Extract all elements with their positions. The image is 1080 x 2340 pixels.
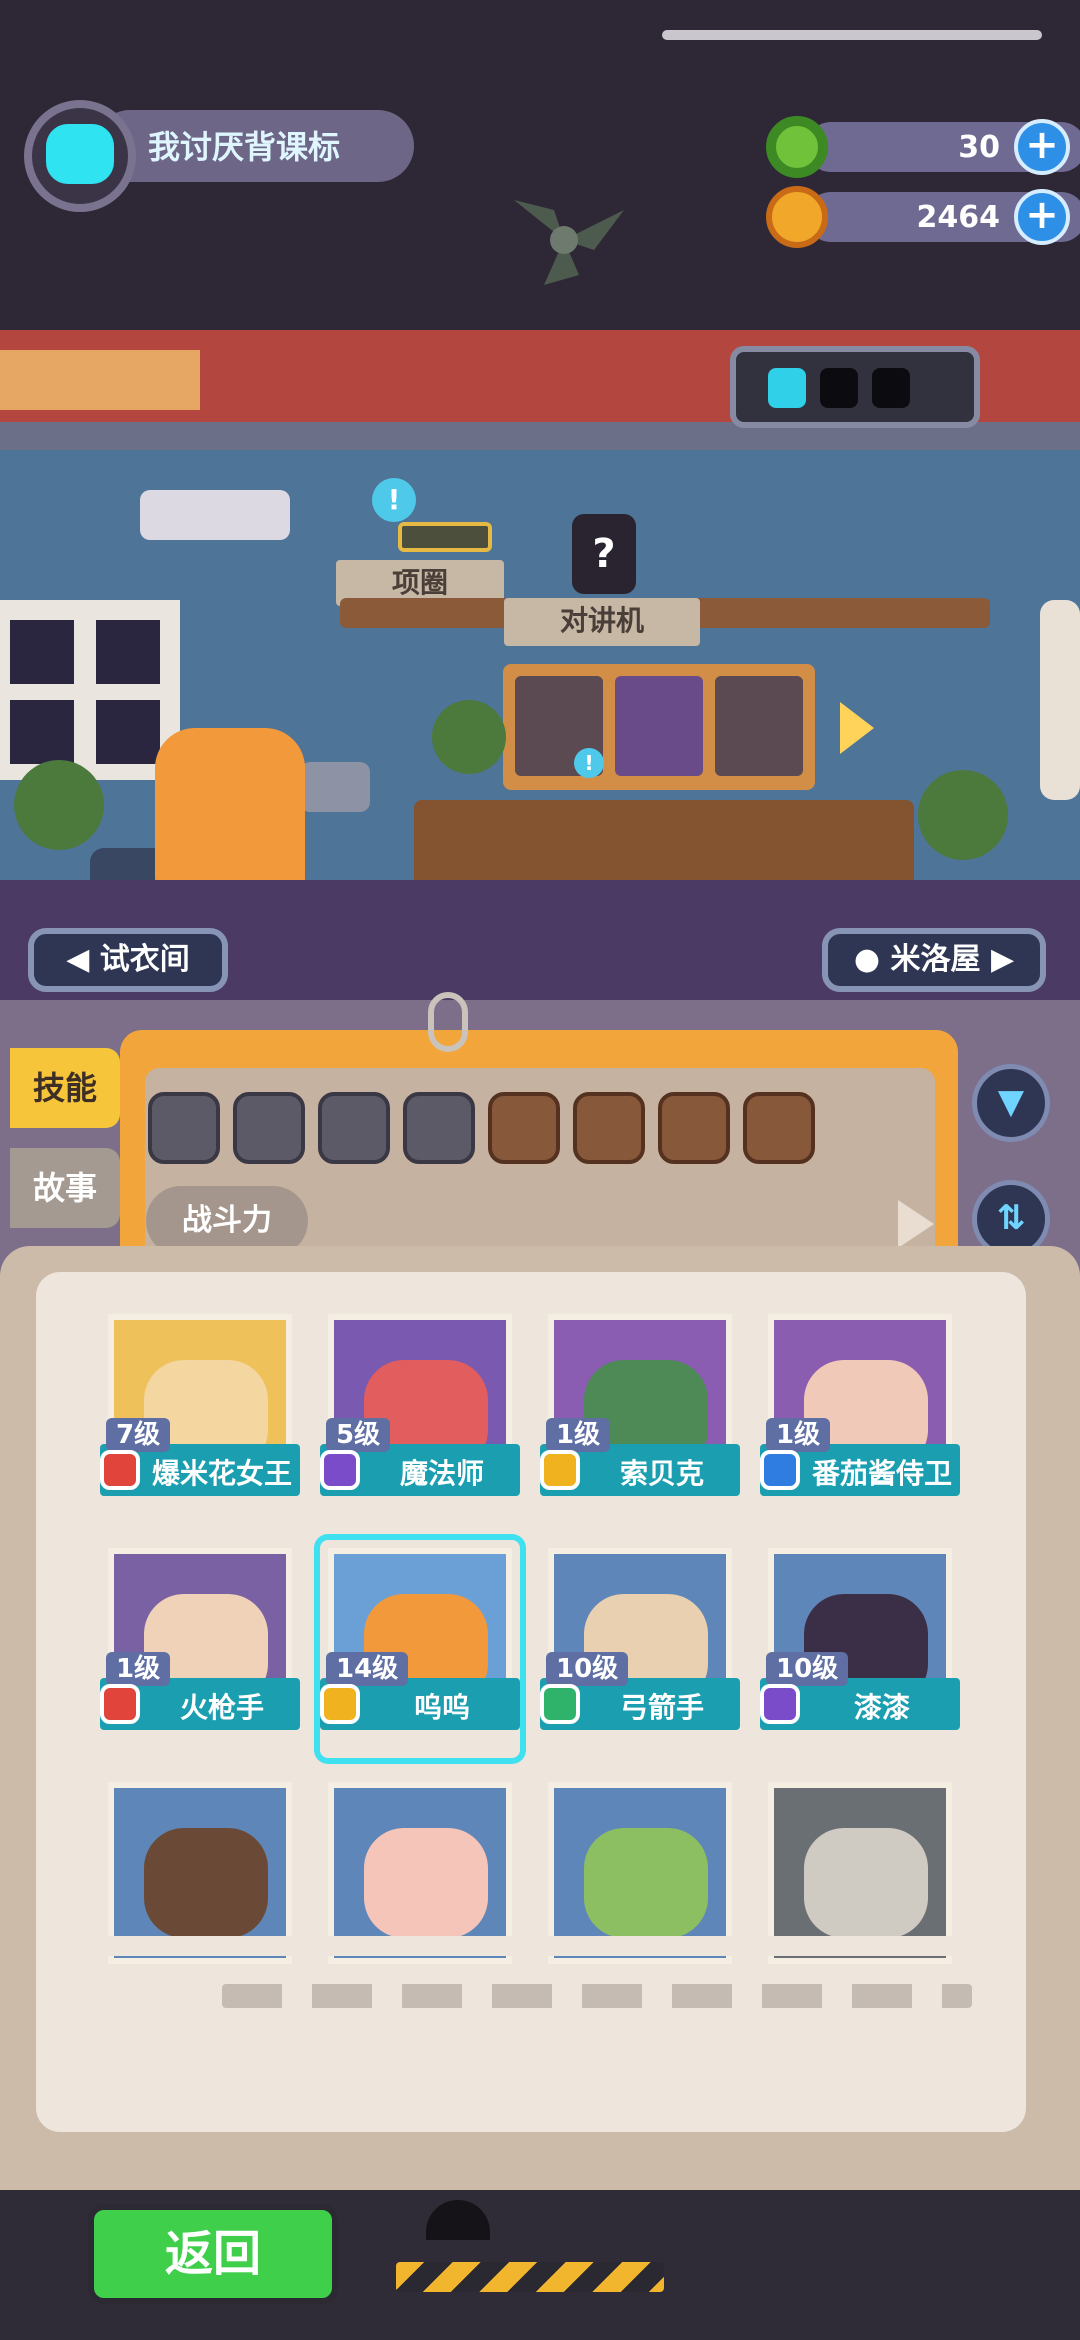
green-donut-icon: [766, 116, 828, 178]
photo-frame[interactable]: [503, 664, 815, 790]
character-card[interactable]: 魔法师 5级: [320, 1306, 520, 1524]
character-grid: 爆米花女王 7级 魔法师 5级 索贝克 1级 番茄酱侍卫 1级 火枪手 1级 呜呜 14级 弓箭手 10级…: [100, 1306, 980, 1964]
character-card[interactable]: [320, 1774, 520, 1992]
smile-icon[interactable]: [573, 1092, 645, 1164]
avatar[interactable]: [24, 100, 136, 212]
player-profile[interactable]: 我讨厌背课标: [24, 100, 414, 222]
battery-cell: [820, 368, 858, 408]
battery-indicator: [730, 346, 980, 428]
milo-house-label: 米洛屋: [890, 942, 981, 977]
frame-slot: [615, 676, 703, 776]
donut-currency: 30 +: [766, 116, 1080, 178]
coin-count: 2464: [916, 200, 1001, 235]
character-card[interactable]: [100, 1774, 300, 1992]
character-card[interactable]: [540, 1774, 740, 1992]
character-name: 漆漆: [853, 1691, 910, 1724]
alert-badge: !: [372, 478, 416, 522]
character-level: 14级: [326, 1652, 409, 1686]
frame-slot: [715, 676, 803, 776]
class-badge-icon: [760, 1450, 800, 1490]
panel-clip: [428, 992, 468, 1052]
potted-plant: [432, 700, 506, 774]
character-card[interactable]: 呜呜 14级: [320, 1540, 520, 1758]
character-card[interactable]: 索贝克 1级: [540, 1306, 740, 1524]
character-face: [364, 1828, 488, 1938]
frame-alert-badge: !: [574, 748, 604, 778]
class-badge-icon: [540, 1684, 580, 1724]
character-level: 7级: [106, 1418, 171, 1452]
class-badge-icon: [100, 1450, 140, 1490]
character-name: 呜呜: [413, 1691, 470, 1724]
muscle-icon[interactable]: [658, 1092, 730, 1164]
hazard-stripe: [396, 2262, 664, 2292]
walkie-talkie-item[interactable]: ?: [572, 514, 636, 594]
dressing-room-button[interactable]: ◀ 试衣间: [28, 928, 228, 992]
character-name: 火枪手: [179, 1691, 264, 1724]
character-level: 1级: [766, 1418, 831, 1452]
character-level: 5级: [326, 1418, 391, 1452]
filter-button[interactable]: ▼: [972, 1064, 1050, 1142]
gold-planet-coin-icon: [766, 186, 828, 248]
character-name: 爆米花女王: [151, 1457, 292, 1490]
character-face: [804, 1828, 928, 1938]
character-name: 魔法师: [399, 1457, 484, 1490]
cyan-cat-avatar-icon: [46, 124, 114, 184]
class-badge-icon: [760, 1684, 800, 1724]
ceiling-projector: [140, 490, 290, 540]
home-indicator: [662, 30, 1042, 40]
window: [0, 600, 180, 780]
class-badge-icon: [320, 1450, 360, 1490]
walkie-talkie-tag: 对讲机: [504, 598, 700, 646]
character-level: 1级: [106, 1652, 171, 1686]
donut-count: 30: [958, 130, 1000, 165]
side-tabs: 技能 故事: [0, 1048, 130, 1244]
character-face: [584, 1828, 708, 1938]
anchor-icon[interactable]: [403, 1092, 475, 1164]
milo-house-button[interactable]: ● 米洛屋 ▶: [822, 928, 1046, 992]
battery-bolt-icon: [768, 368, 806, 408]
panel-arrow-icon: [898, 1200, 934, 1248]
tab-skills[interactable]: 技能: [10, 1048, 120, 1128]
grid-mask: [36, 1936, 1026, 1956]
frame-next-arrow-icon[interactable]: [840, 702, 874, 754]
bell-icon[interactable]: [233, 1092, 305, 1164]
telescope: [300, 762, 370, 812]
coin-currency: 2464 +: [766, 186, 1080, 248]
heart-icon[interactable]: [148, 1092, 220, 1164]
player-name: 我讨厌背课标: [148, 128, 341, 166]
hand-icon[interactable]: [488, 1092, 560, 1164]
coat-rack: [1040, 600, 1080, 800]
class-badge-icon: [540, 1450, 580, 1490]
potted-plant: [918, 770, 1008, 860]
character-card[interactable]: 爆米花女王 7级: [100, 1306, 300, 1524]
character-card[interactable]: 火枪手 1级: [100, 1540, 300, 1758]
potted-plant: [14, 760, 104, 850]
character-face: [144, 1828, 268, 1938]
page-footer-text: [222, 1984, 972, 2008]
add-coin-button[interactable]: +: [1014, 189, 1070, 245]
wall-shelf: [0, 350, 200, 410]
dressing-room-label: 试衣间: [99, 942, 190, 977]
character-level: 1级: [546, 1418, 611, 1452]
character-level: 10级: [766, 1652, 849, 1686]
brain-icon[interactable]: [743, 1092, 815, 1164]
tab-story[interactable]: 故事: [10, 1148, 120, 1228]
shield-icon[interactable]: [318, 1092, 390, 1164]
fan-decoration: [484, 180, 644, 290]
character-card[interactable]: 弓箭手 10级: [540, 1540, 740, 1758]
character-card[interactable]: 番茄酱侍卫 1级: [760, 1306, 960, 1524]
character-name: 索贝克: [619, 1457, 704, 1490]
character-card[interactable]: [760, 1774, 960, 1992]
class-badge-icon: [320, 1684, 360, 1724]
back-button[interactable]: 返回: [88, 2204, 338, 2304]
add-donut-button[interactable]: +: [1014, 119, 1070, 175]
orange-cat-character[interactable]: [155, 728, 305, 898]
character-name: 番茄酱侍卫: [811, 1457, 952, 1490]
collar-item[interactable]: [398, 522, 492, 552]
character-level: 10级: [546, 1652, 629, 1686]
character-name: 弓箭手: [619, 1691, 704, 1724]
character-card[interactable]: 漆漆 10级: [760, 1540, 960, 1758]
class-badge-icon: [100, 1684, 140, 1724]
battery-cell: [872, 368, 910, 408]
